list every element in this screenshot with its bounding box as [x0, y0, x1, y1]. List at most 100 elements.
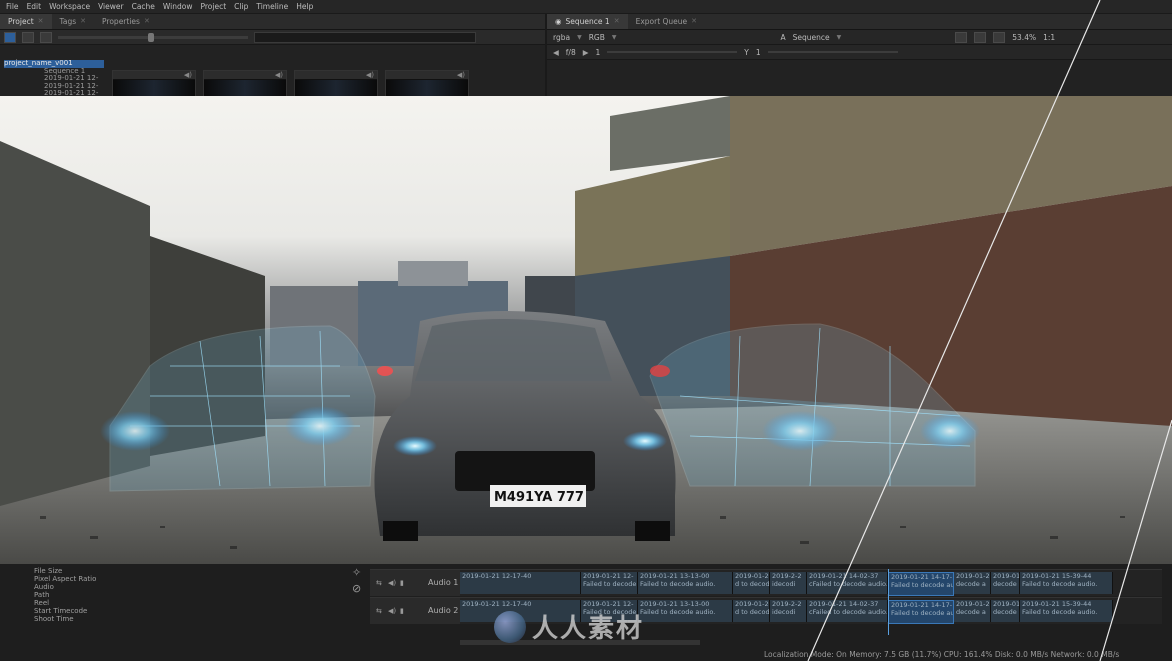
- overlay-button[interactable]: [993, 31, 1006, 43]
- play-forward-icon[interactable]: ▶: [583, 48, 589, 57]
- clip-time: 2019-01-2: [956, 600, 990, 608]
- clip-time: 2019-2-2: [772, 600, 802, 608]
- clip-time: 2019-01-21 13-13-00: [640, 600, 710, 608]
- clip-thumbnail[interactable]: ◀): [203, 70, 287, 98]
- clip-time: 2019-01-21 12-: [583, 572, 634, 580]
- tab-properties[interactable]: Properties ✕: [94, 14, 158, 29]
- slider-knob[interactable]: [148, 32, 154, 42]
- channels-dropdown[interactable]: rgba: [553, 33, 570, 42]
- audio-clip[interactable]: 2019-01-21 13-13-00 Failed to decode audi…: [638, 600, 733, 622]
- clip-message: Failed to decode audi: [891, 581, 954, 589]
- solo-icon[interactable]: ▮: [400, 607, 404, 615]
- viewer-exposure-row: ◀ f/8 ▶ 1 Y 1: [547, 45, 1172, 60]
- search-input[interactable]: [254, 31, 476, 43]
- audio-clip[interactable]: 2019-01-21 15-39-44 Failed to decode audi…: [1020, 572, 1113, 594]
- gain-slider[interactable]: [607, 51, 738, 53]
- speaker-icon: ◀): [456, 71, 465, 79]
- roi-button[interactable]: [955, 31, 968, 43]
- menu-viewer[interactable]: Viewer: [98, 2, 124, 11]
- grid-view-button[interactable]: [4, 31, 16, 43]
- clip-time: 2019-01: [993, 572, 1020, 580]
- close-icon[interactable]: ✕: [614, 14, 620, 29]
- gamma-field[interactable]: 1: [756, 48, 761, 57]
- audio-clip[interactable]: 2019-01 decode: [991, 572, 1020, 594]
- mute-icon[interactable]: ◀): [388, 607, 396, 615]
- properties-list: File Size Pixel Aspect Ratio Audio Path …: [34, 567, 96, 623]
- speaker-icon: ◀): [274, 71, 283, 79]
- menu-file[interactable]: File: [6, 2, 19, 11]
- menu-project[interactable]: Project: [201, 2, 227, 11]
- audio-clip[interactable]: 2019-2-2 idecodi: [770, 572, 807, 594]
- menu-workspace[interactable]: Workspace: [49, 2, 90, 11]
- close-icon[interactable]: ✕: [80, 14, 86, 29]
- clip-message: Failed to decode audio.: [1022, 580, 1098, 588]
- audio-clip[interactable]: 2019-01-21 13-13-00 Failed to decode audi…: [638, 572, 733, 594]
- menu-edit[interactable]: Edit: [27, 2, 42, 11]
- detail-view-button[interactable]: [40, 31, 52, 43]
- gamma-slider[interactable]: [767, 51, 898, 53]
- tab-export-queue[interactable]: Export Queue ✕: [628, 14, 705, 29]
- clip-time: 2019-01-21 14-17-: [891, 601, 953, 609]
- tab-tags[interactable]: Tags ✕: [52, 14, 94, 29]
- tab-sequence[interactable]: ◉ Sequence 1 ✕: [547, 14, 628, 29]
- clip-message: cFailed to decode audio.: [809, 580, 888, 588]
- audio-clip-selected[interactable]: 2019-01-21 14-17- Failed to decode audi: [888, 600, 954, 624]
- ratio-dropdown[interactable]: 1:1: [1043, 33, 1055, 42]
- clip-message: Failed to decode audio.: [640, 580, 716, 588]
- close-icon[interactable]: ✕: [38, 14, 44, 29]
- menu-timeline[interactable]: Timeline: [256, 2, 288, 11]
- close-icon[interactable]: ✕: [144, 14, 150, 29]
- close-icon[interactable]: ✕: [691, 14, 697, 29]
- input-a-label[interactable]: A: [781, 33, 786, 42]
- thumbnail-size-slider[interactable]: [58, 32, 248, 42]
- audio-clip-selected[interactable]: 2019-01-21 14-17- Failed to decode audi: [888, 572, 954, 596]
- viewer-panel: ◉ Sequence 1 ✕ Export Queue ✕ rgba ▼ RGB ▼ A …: [547, 14, 1172, 96]
- snap-icon[interactable]: ✧: [352, 566, 361, 579]
- project-panel-tabs: Project ✕ Tags ✕ Properties ✕: [0, 14, 545, 30]
- menu-help[interactable]: Help: [296, 2, 313, 11]
- chevron-down-icon: ▼: [836, 33, 842, 41]
- menu-clip[interactable]: Clip: [234, 2, 248, 11]
- audio-clip[interactable]: 2019-01-2 d to decode: [733, 572, 770, 594]
- audio-clip[interactable]: 2019-01-2 decode a: [954, 572, 991, 594]
- play-back-icon[interactable]: ◀: [553, 48, 559, 57]
- clip-thumbnail[interactable]: ◀): [385, 70, 469, 98]
- fstop-field[interactable]: f/8: [566, 48, 576, 57]
- list-view-button[interactable]: [22, 31, 34, 43]
- gain-field[interactable]: 1: [596, 48, 601, 57]
- audio-clip[interactable]: 2019-2-2 idecodi: [770, 600, 807, 622]
- clip-time: 2019-2-2: [772, 572, 802, 580]
- clip-thumbnail[interactable]: ◀): [112, 70, 196, 98]
- tab-project[interactable]: Project ✕: [0, 14, 52, 29]
- clip-message: Failed to decode audio: [583, 580, 637, 588]
- clip-message: Failed to decode audi: [891, 609, 954, 617]
- audio-clip[interactable]: 2019-01-21 14-02-37 cFailed to decode aud…: [807, 600, 888, 622]
- clip-message: d to decode: [735, 580, 770, 588]
- sequence-dropdown[interactable]: Sequence: [793, 33, 830, 42]
- audio-clip[interactable]: 2019-01-21 12-17-40: [460, 572, 581, 594]
- property-label: Reel: [34, 599, 50, 607]
- colorspace-dropdown[interactable]: RGB: [589, 33, 605, 42]
- menu-cache[interactable]: Cache: [132, 2, 155, 11]
- playhead[interactable]: [888, 569, 889, 635]
- menu-window[interactable]: Window: [163, 2, 193, 11]
- zoom-dropdown[interactable]: 53.4%: [1012, 33, 1036, 42]
- audio-clip[interactable]: 2019-01-21 14-02-37 cFailed to decode aud…: [807, 572, 888, 594]
- lock-icon[interactable]: ⇆: [376, 607, 382, 615]
- audio-clip[interactable]: 2019-01-2 decode a: [954, 600, 991, 622]
- audio-clip[interactable]: 2019-01-2 d to decode: [733, 600, 770, 622]
- audio-clip[interactable]: 2019-01-21 12-Failed to decode audio: [581, 572, 638, 594]
- lock-icon[interactable]: ⇆: [376, 579, 382, 587]
- tab-sequence-label: Sequence 1: [565, 17, 610, 26]
- wipe-button[interactable]: [974, 31, 987, 43]
- clip-time: 2019-01-2: [735, 572, 769, 580]
- audio-clip[interactable]: 2019-01-21 15-39-44 Failed to decode audi…: [1020, 600, 1113, 622]
- audio-clip[interactable]: 2019-01 decode: [991, 600, 1020, 622]
- viewer-canvas[interactable]: M491YA 777: [0, 96, 1172, 564]
- clip-message: idecodi: [772, 608, 796, 616]
- mute-icon[interactable]: ◀): [388, 579, 396, 587]
- clip-thumbnail[interactable]: ◀): [294, 70, 378, 98]
- link-icon[interactable]: ⊘: [352, 582, 361, 595]
- solo-icon[interactable]: ▮: [400, 579, 404, 587]
- clip-message: decode: [993, 608, 1017, 616]
